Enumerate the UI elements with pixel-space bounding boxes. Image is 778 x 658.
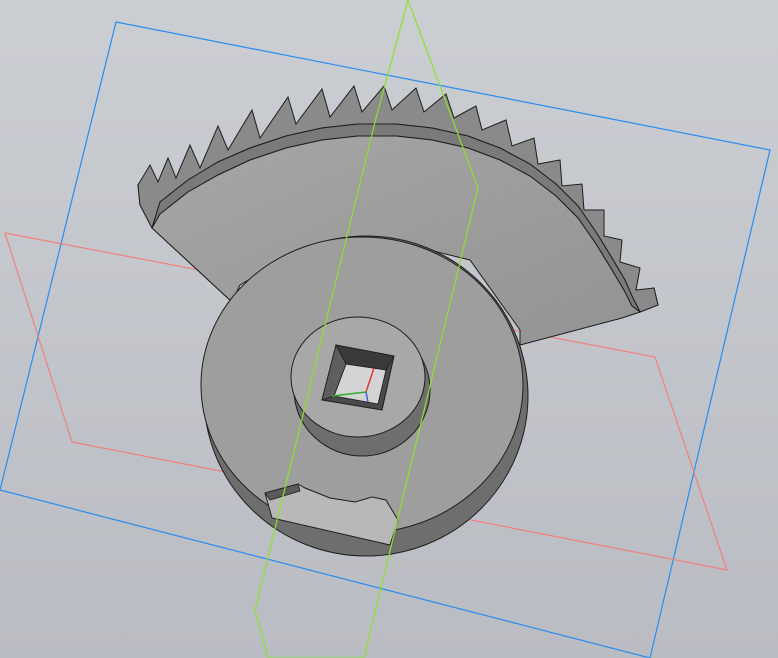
hub-disc[interactable] <box>200 235 529 557</box>
model-canvas[interactable] <box>0 0 778 658</box>
3d-viewport[interactable] <box>0 0 778 658</box>
